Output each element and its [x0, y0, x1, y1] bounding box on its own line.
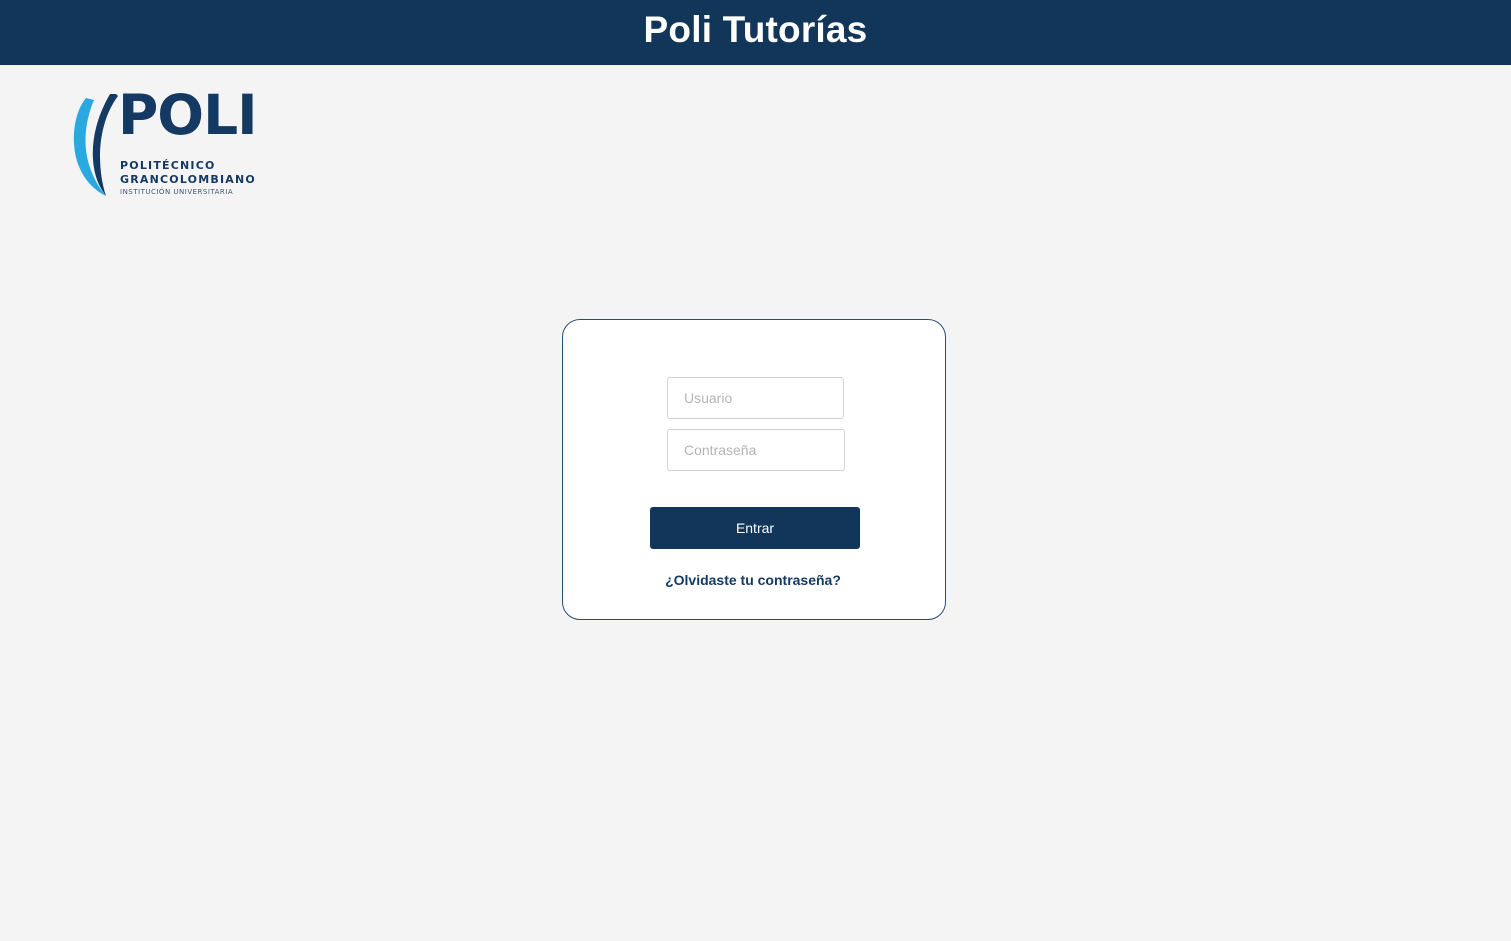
username-input[interactable] — [667, 377, 844, 419]
poli-logo-icon — [73, 94, 118, 196]
logo-subtitle-1: POLITÉCNICO — [120, 159, 216, 172]
logo-wordmark: POLI — [118, 83, 258, 147]
app-title: Poli Tutorías — [643, 9, 868, 50]
logo-subtitle-2: GRANCOLOMBIANO — [120, 173, 256, 186]
login-card: Entrar ¿Olvidaste tu contraseña? — [562, 319, 946, 620]
logo-subtitle-3: INSTITUCIÓN UNIVERSITARIA — [120, 188, 234, 196]
forgot-password-link[interactable]: ¿Olvidaste tu contraseña? — [563, 572, 943, 588]
login-button[interactable]: Entrar — [650, 507, 860, 549]
password-input[interactable] — [667, 429, 845, 471]
poli-logo: POLI POLITÉCNICO GRANCOLOMBIANO INSTITUC… — [72, 88, 262, 202]
app-header: Poli Tutorías — [0, 0, 1511, 65]
